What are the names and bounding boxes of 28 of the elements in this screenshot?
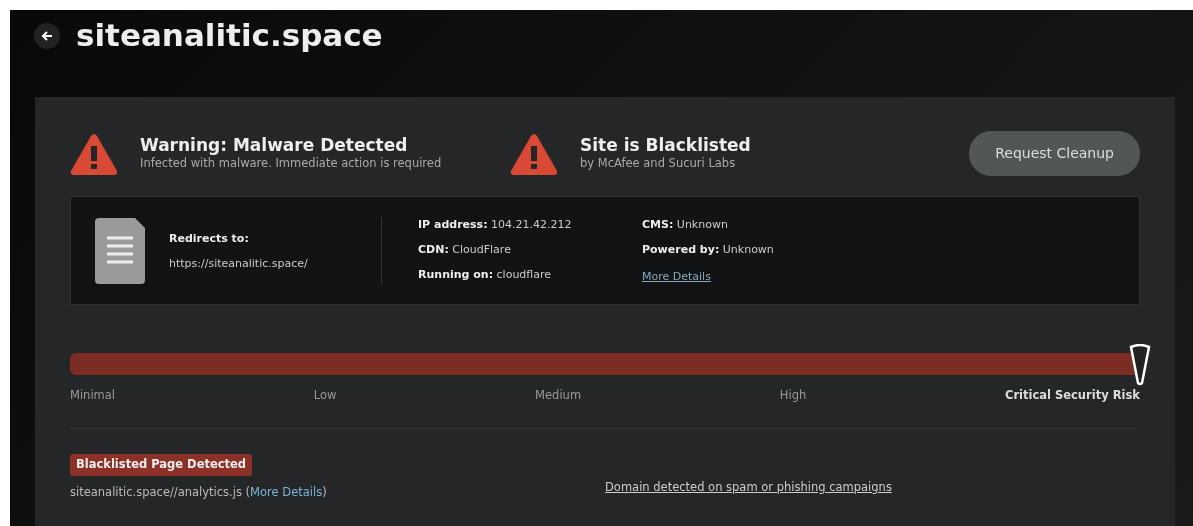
info-text: Powered by: Unknown xyxy=(642,242,775,258)
risk-level-label: Medium xyxy=(535,387,582,404)
blacklisted-path: siteanalitic.space//analytics.js (More Details) xyxy=(70,484,327,499)
warning-icon xyxy=(510,131,558,176)
redirect-label: Redirects to: xyxy=(169,230,250,247)
risk-level-label: High xyxy=(779,387,807,404)
info-text: Running on: cloudflare xyxy=(418,267,553,283)
info-text: IP address: 104.21.42.212 xyxy=(418,217,573,233)
campaign-link[interactable]: Domain detected on spam or phishing campaigns xyxy=(605,478,892,503)
info-text: CDN: CloudFlare xyxy=(418,242,512,258)
risk-level-label: Minimal xyxy=(70,387,116,404)
blacklist-label: Blacklisted Page Detected xyxy=(70,454,253,476)
page-title: siteanalitic.space xyxy=(76,18,383,53)
warning-icon xyxy=(70,131,118,176)
alert-title: Site is Blacklisted xyxy=(580,134,751,156)
alert-subtitle: by McAfee and Sucuri Labs xyxy=(580,155,737,173)
redirect-url: https://siteanalitic.space/ xyxy=(169,255,308,272)
document-icon xyxy=(95,217,145,284)
more-details-link[interactable]: More Details xyxy=(642,270,711,283)
risk-level-label: Critical Security Risk xyxy=(1004,387,1140,404)
back-button[interactable] xyxy=(34,22,60,49)
risk-level-label: Low xyxy=(313,387,337,404)
request-cleanup-button[interactable]: Request Cleanup xyxy=(969,131,1140,176)
back-arrow-icon xyxy=(41,29,53,42)
alert-title: Warning: Malware Detected xyxy=(140,134,409,156)
info-text: CMS: Unknown xyxy=(642,217,729,233)
alert-subtitle: Infected with malware. Immediate action is required xyxy=(140,155,442,173)
more-details-link[interactable]: More Details xyxy=(250,484,323,499)
